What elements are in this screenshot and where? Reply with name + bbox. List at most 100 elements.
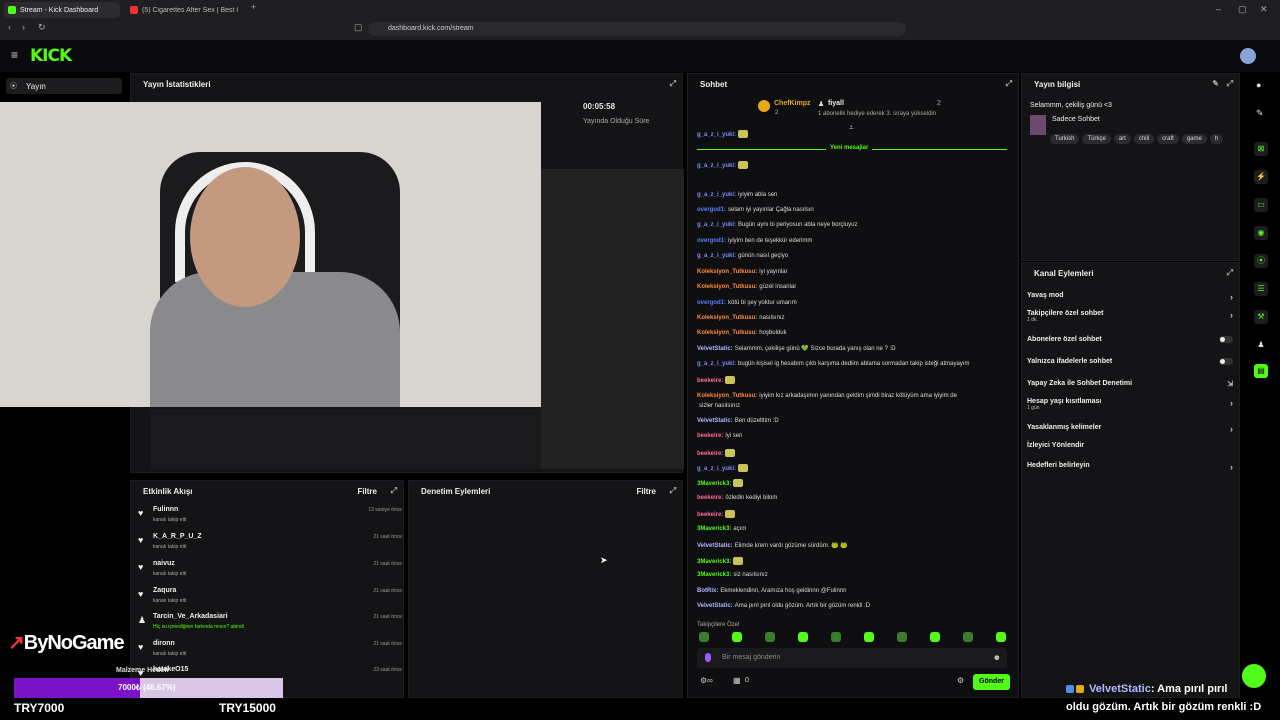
emote-icon[interactable] bbox=[864, 632, 874, 642]
emote-icon[interactable] bbox=[963, 632, 973, 642]
chat-username[interactable]: VelvetStatic: bbox=[697, 603, 733, 609]
close-icon[interactable]: ✕ bbox=[1260, 4, 1268, 15]
lightning-icon[interactable]: ⚡ bbox=[1254, 170, 1268, 184]
settings-icon[interactable]: ⚙ bbox=[957, 676, 964, 685]
reload-icon[interactable]: ↻ bbox=[38, 22, 46, 33]
tag-pill[interactable]: chill bbox=[1133, 134, 1155, 144]
expand-icon[interactable]: ⤢ bbox=[670, 79, 676, 89]
microphone-icon[interactable] bbox=[705, 653, 711, 662]
chat-username[interactable]: beekeire: bbox=[697, 433, 723, 439]
chat-username[interactable]: 3Maverick3: bbox=[697, 481, 731, 487]
chat-username[interactable]: g_a_z_i_yuki: bbox=[697, 361, 736, 367]
kick-logo[interactable]: KICK bbox=[30, 46, 72, 66]
channel-action-item[interactable]: Yavaş mod › bbox=[1027, 292, 1237, 302]
emoji-icon[interactable]: ☻ bbox=[993, 653, 1001, 662]
tag-pill[interactable]: h bbox=[1209, 134, 1224, 144]
chat-username[interactable]: beekeire: bbox=[697, 451, 723, 457]
sidebar-item-yayin[interactable]: ⦿ Yayın bbox=[6, 78, 122, 94]
emote-icon[interactable] bbox=[765, 632, 775, 642]
edit-icon[interactable]: ✎ bbox=[1212, 79, 1219, 88]
tab-youtube[interactable]: (5) Cigarettes After Sex | Best Of bbox=[126, 2, 244, 18]
avatar[interactable] bbox=[1240, 48, 1256, 64]
channel-action-item[interactable]: Yasaklanmış kelimeler › bbox=[1027, 424, 1237, 434]
emote-icon[interactable] bbox=[699, 632, 709, 642]
chat-bubble-icon[interactable]: ◉ bbox=[1254, 226, 1268, 240]
users-icon[interactable]: ♟ bbox=[1254, 338, 1268, 352]
chat-username[interactable]: g_a_z_i_yuki: bbox=[697, 163, 736, 169]
chat-username[interactable]: beekeire: bbox=[697, 378, 723, 384]
menu-icon[interactable]: ≡ bbox=[11, 48, 18, 62]
expand-icon[interactable]: ⤢ bbox=[670, 486, 676, 496]
channel-action-item[interactable]: Yapay Zeka ile Sohbet Denetimi ⇲ bbox=[1027, 380, 1237, 388]
tag-pill[interactable]: craft bbox=[1157, 134, 1179, 144]
channel-action-item[interactable]: Abonelere özel sohbet bbox=[1027, 336, 1237, 343]
emote-icon[interactable] bbox=[897, 632, 907, 642]
filter-button[interactable]: Filtre bbox=[357, 487, 377, 496]
chat-username[interactable]: g_a_z_i_yuki: bbox=[697, 253, 736, 259]
tag-pill[interactable]: Turkish bbox=[1050, 134, 1080, 144]
bot-icon[interactable]: ⚙∞ bbox=[700, 676, 713, 685]
chat-username[interactable]: BotRix: bbox=[697, 588, 718, 594]
expand-icon[interactable]: ⤢ bbox=[1227, 268, 1233, 278]
emote-icon[interactable] bbox=[831, 632, 841, 642]
chat-username[interactable]: g_a_z_i_yuki: bbox=[697, 132, 736, 138]
channel-action-item[interactable]: Hedefleri belirleyin › bbox=[1027, 462, 1237, 472]
filter-button[interactable]: Filtre bbox=[636, 487, 656, 496]
event-name[interactable]: Fulinnn bbox=[153, 506, 178, 513]
event-name[interactable]: dironn bbox=[153, 640, 175, 647]
address-bar[interactable]: dashboard.kick.com/stream bbox=[368, 22, 906, 36]
pinned-user[interactable]: ChefKimpz bbox=[774, 100, 811, 107]
chat-username[interactable]: overgod1: bbox=[697, 207, 726, 213]
chat-username[interactable]: 3Maverick3: bbox=[697, 559, 731, 565]
event-name[interactable]: Tarcin_Ve_Arkadasiari bbox=[153, 613, 228, 620]
expand-icon[interactable]: ⤢ bbox=[1227, 79, 1233, 89]
chat-username[interactable]: VelvetStatic: bbox=[697, 418, 733, 424]
chat-username[interactable]: Koleksiyon_Tutkusu: bbox=[697, 315, 757, 321]
chat-username[interactable]: Koleksiyon_Tutkusu: bbox=[697, 393, 757, 399]
tag-pill[interactable]: game bbox=[1181, 134, 1207, 144]
channel-action-item[interactable]: Yalnızca ifadelerle sohbet bbox=[1027, 358, 1237, 365]
chat-username[interactable]: Koleksiyon_Tutkusu: bbox=[697, 284, 757, 290]
wrench-icon[interactable]: ⚒ bbox=[1254, 310, 1268, 324]
chat-username[interactable]: beekeire: bbox=[697, 495, 723, 501]
chat-username[interactable]: g_a_z_i_yuki: bbox=[697, 466, 736, 472]
clip-icon[interactable]: ▭ bbox=[1254, 198, 1268, 212]
channel-action-item[interactable]: Hesap yaşı kısıtlaması 1 gün › bbox=[1027, 398, 1237, 411]
broadcast-icon[interactable]: ⦿ bbox=[1254, 254, 1268, 268]
toggle-switch[interactable] bbox=[1219, 358, 1233, 365]
toggle-switch[interactable] bbox=[1219, 336, 1233, 343]
emote-icon[interactable] bbox=[732, 632, 742, 642]
event-name[interactable]: Zaqura bbox=[153, 587, 176, 594]
emote-icon[interactable] bbox=[996, 632, 1006, 642]
chat-username[interactable]: 3Maverick3: bbox=[697, 572, 731, 578]
expand-icon[interactable]: ⤢ bbox=[1006, 79, 1012, 89]
channel-action-item[interactable]: İzleyici Yönlendir bbox=[1027, 442, 1237, 449]
chat-username[interactable]: overgod1: bbox=[697, 238, 726, 244]
chat-username[interactable]: Koleksiyon_Tutkusu: bbox=[697, 330, 757, 336]
send-button[interactable]: Gönder bbox=[973, 674, 1010, 690]
chat-username[interactable]: beekeire: bbox=[697, 512, 723, 518]
tag-pill[interactable]: art bbox=[1113, 134, 1131, 144]
help-icon[interactable] bbox=[1242, 664, 1266, 688]
maximize-icon[interactable]: ▢ bbox=[1238, 4, 1247, 15]
chat-username[interactable]: g_a_z_i_yuki: bbox=[697, 192, 736, 198]
forward-icon[interactable]: › bbox=[22, 22, 25, 32]
dashboard-icon[interactable]: ▤ bbox=[1254, 364, 1268, 378]
tab-kick-dashboard[interactable]: Stream - Kick Dashboard bbox=[4, 2, 120, 18]
info-icon[interactable]: ● bbox=[1256, 80, 1261, 90]
chat-username[interactable]: 3Maverick3: bbox=[697, 526, 731, 532]
chat-username[interactable]: overgod1: bbox=[697, 300, 726, 306]
event-name[interactable]: naivuz bbox=[153, 560, 175, 567]
chat-username[interactable]: Koleksiyon_Tutkusu: bbox=[697, 269, 757, 275]
chat-input[interactable]: Bir mesaj gönderin ☻ bbox=[697, 648, 1007, 668]
new-tab-icon[interactable]: + bbox=[251, 2, 256, 12]
expand-icon[interactable]: ⤢ bbox=[391, 486, 397, 496]
category-name[interactable]: Sadece Sohbet bbox=[1052, 116, 1100, 123]
tag-pill[interactable]: Türkçe bbox=[1082, 134, 1111, 144]
event-name[interactable]: K_A_R_P_U_Z bbox=[153, 533, 202, 540]
emote-icon[interactable] bbox=[930, 632, 940, 642]
bookmark-icon[interactable]: ▢ bbox=[354, 22, 363, 33]
chat-username[interactable]: g_a_z_i_yuki: bbox=[697, 222, 736, 228]
channel-action-item[interactable]: Takipçilere özel sohbet 1 dk. › bbox=[1027, 310, 1237, 323]
collapse-icon[interactable]: ⩡ bbox=[849, 123, 854, 133]
